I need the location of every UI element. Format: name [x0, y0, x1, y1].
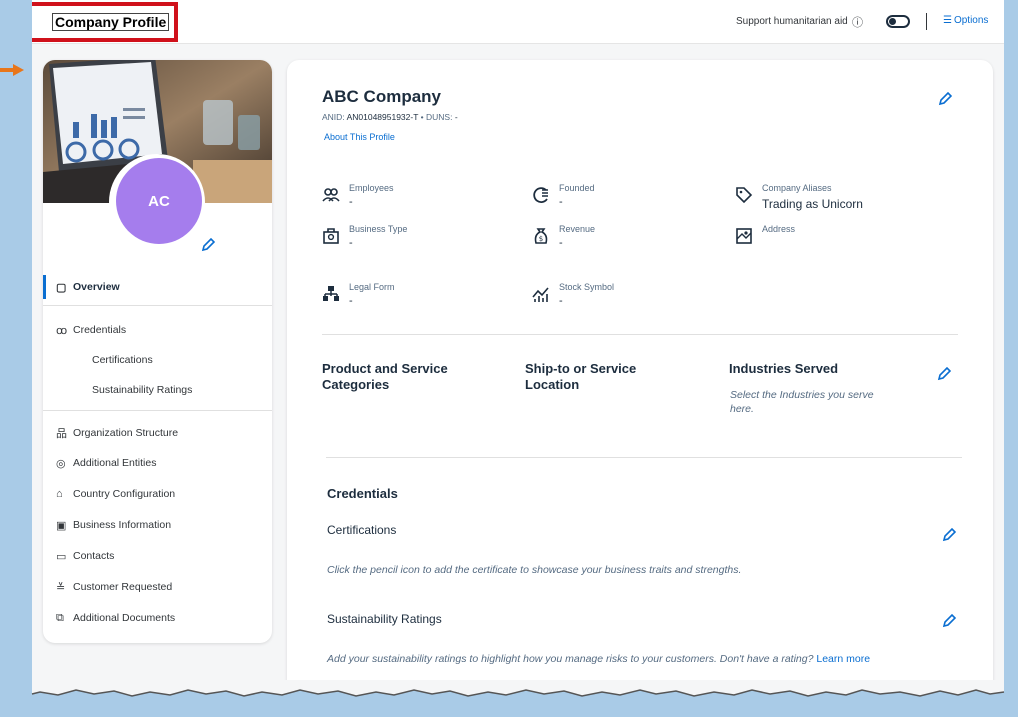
checklist-icon: ≚ — [56, 581, 66, 594]
pointer-arrow-icon — [0, 64, 24, 76]
business-type-icon — [323, 228, 339, 244]
svg-text:$: $ — [539, 235, 543, 243]
sidebar-item-sustainability-ratings[interactable]: Sustainability Ratings — [43, 375, 272, 405]
legal-form-label: Legal Form — [349, 282, 395, 292]
org-chart-icon: 品 — [56, 428, 67, 440]
avatar: AC — [116, 158, 202, 244]
certifications-note: Click the pencil icon to add the certifi… — [327, 564, 742, 576]
hierarchy-icon — [323, 286, 339, 301]
revenue-label: Revenue — [559, 224, 596, 234]
nav-divider — [43, 305, 272, 306]
sidebar-item-credentials[interactable]: ꝏ Credentials — [43, 315, 272, 345]
section-divider — [322, 334, 958, 335]
top-bar: Company Profile Support humanitarian aid… — [32, 0, 1004, 44]
sidebar-item-business-information[interactable]: ▣ Business Information — [43, 510, 272, 540]
sidebar-item-certifications[interactable]: Certifications — [43, 345, 272, 375]
sidebar-item-country-configuration[interactable]: ⌂ Country Configuration — [43, 479, 272, 509]
company-identifiers: ANID: AN01048951932-T • DUNS: - — [322, 112, 458, 122]
employees-value: - — [349, 196, 353, 208]
credentials-heading: Credentials — [327, 486, 398, 501]
duns-label: DUNS: — [426, 112, 453, 122]
revenue-value: - — [559, 237, 563, 249]
ship-to-location-heading: Ship-to or Service Location — [525, 361, 637, 392]
map-icon — [736, 228, 752, 244]
edit-certifications-pencil-icon[interactable] — [942, 528, 956, 542]
company-aliases-value: Trading as Unicorn — [762, 197, 863, 211]
stock-symbol-value: - — [559, 295, 563, 307]
business-type-label: Business Type — [349, 224, 408, 234]
sidebar-item-overview[interactable]: ▢ Overview — [43, 272, 272, 302]
documents-icon: ⧉ — [56, 611, 64, 624]
bank-icon: ⌂ — [56, 488, 63, 500]
sidebar-item-label: Country Configuration — [73, 488, 176, 500]
product-service-categories-heading: Product and Service Categories — [322, 361, 448, 392]
anid-label: ANID: — [322, 112, 345, 122]
id-separator: • — [420, 112, 424, 122]
sidebar-item-label: Overview — [73, 281, 120, 293]
edit-company-pencil-icon[interactable] — [938, 92, 952, 106]
page-title: Company Profile — [52, 13, 170, 31]
toggle-knob — [889, 18, 896, 25]
sidebar-item-customer-requested[interactable]: ≚ Customer Requested — [43, 572, 272, 602]
sidebar-item-additional-entities[interactable]: ◎ Additional Entities — [43, 448, 272, 478]
duns-value: - — [454, 112, 458, 122]
help-icon[interactable]: ⓘ — [852, 14, 863, 30]
sidebar-item-label: Certifications — [92, 354, 153, 366]
company-aliases-label: Company Aliases — [762, 183, 832, 193]
legal-form-value: - — [349, 295, 353, 307]
founded-value: - — [559, 196, 563, 208]
entities-icon: ◎ — [56, 457, 66, 470]
employees-label: Employees — [349, 183, 394, 193]
app-window: Company Profile Support humanitarian aid… — [32, 0, 1004, 690]
sidebar-item-label: Additional Documents — [73, 612, 176, 624]
business-info-icon: ▣ — [56, 519, 67, 532]
tag-icon — [736, 187, 753, 204]
edit-industries-pencil-icon[interactable] — [937, 367, 951, 381]
sidebar-item-label: Additional Entities — [73, 457, 157, 469]
sustainability-note: Add your sustainability ratings to highl… — [327, 652, 967, 666]
section-divider — [326, 457, 962, 458]
company-name: ABC Company — [322, 87, 442, 106]
certifications-heading: Certifications — [327, 523, 397, 537]
toolbar-divider — [926, 13, 927, 30]
learn-more-link[interactable]: Learn more — [816, 653, 870, 665]
options-sliders-icon: ☰ — [943, 15, 952, 26]
address-label: Address — [762, 224, 796, 234]
sidebar-item-additional-documents[interactable]: ⧉ Additional Documents — [43, 603, 272, 633]
torn-edge-graphic — [31, 680, 1005, 697]
sustainability-ratings-heading: Sustainability Ratings — [327, 612, 442, 626]
sidebar-item-label: Customer Requested — [73, 581, 173, 593]
sidebar-item-label: Business Information — [73, 519, 172, 531]
clipboard-icon: ▢ — [56, 281, 67, 294]
sustainability-note-text: Add your sustainability ratings to highl… — [327, 653, 814, 665]
money-bag-icon: $ — [534, 228, 548, 244]
about-this-profile-link[interactable]: About This Profile — [324, 132, 395, 142]
sidebar-item-label: Contacts — [73, 550, 115, 562]
sidebar-item-label: Organization Structure — [73, 427, 179, 439]
profile-main-card: ABC Company ANID: AN01048951932-T • DUNS… — [287, 60, 993, 690]
options-button[interactable]: ☰ Options — [943, 15, 988, 26]
sidebar-item-organization-structure[interactable]: 品 Organization Structure — [43, 418, 272, 448]
business-type-value: - — [349, 237, 353, 249]
industries-served-heading: Industries Served — [729, 361, 839, 376]
sidebar-item-contacts[interactable]: ▭ Contacts — [43, 541, 272, 571]
contact-card-icon: ▭ — [56, 550, 67, 563]
humanitarian-aid-toggle[interactable] — [886, 15, 910, 28]
stock-symbol-label: Stock Symbol — [559, 282, 615, 292]
sidebar-item-label: Credentials — [73, 324, 127, 336]
employees-icon — [322, 188, 340, 202]
profile-sidebar: AC ▢ Overview ꝏ Credentials Certificatio… — [43, 60, 272, 643]
edit-sustainability-pencil-icon[interactable] — [942, 614, 956, 628]
founded-label: Founded — [559, 183, 595, 193]
anid-value: AN01048951932-T — [346, 112, 419, 122]
stock-chart-icon — [532, 287, 549, 302]
support-humanitarian-label: Support humanitarian aid — [736, 16, 848, 27]
industries-note: Select the Industries you serve here. — [730, 389, 874, 415]
user-check-icon: ꝏ — [56, 324, 68, 337]
calendar-icon — [533, 187, 548, 203]
nav-divider — [43, 410, 272, 411]
options-label: Options — [953, 15, 989, 26]
edit-avatar-pencil-icon[interactable] — [201, 238, 215, 252]
sidebar-item-label: Sustainability Ratings — [92, 384, 193, 396]
